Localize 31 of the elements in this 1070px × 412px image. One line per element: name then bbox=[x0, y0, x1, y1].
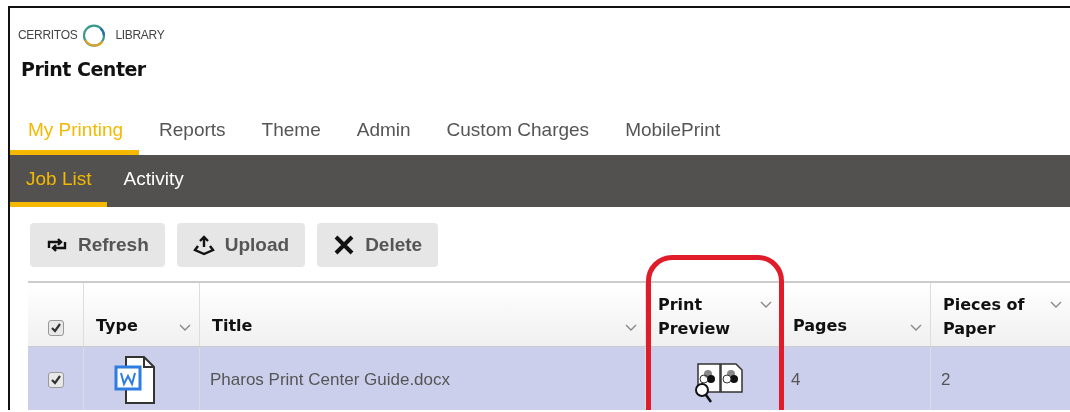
nav-tab[interactable]: Custom Charges bbox=[428, 110, 606, 155]
sort-caret-icon bbox=[760, 301, 772, 309]
close-icon bbox=[333, 234, 356, 256]
column-header[interactable]: Pieces of Paper bbox=[930, 283, 1070, 346]
table-row[interactable]: Pharos Print Center Guide.docx 4 2 bbox=[28, 347, 1070, 410]
subnav-tab[interactable]: Activity bbox=[107, 155, 200, 207]
checkbox[interactable] bbox=[47, 372, 64, 388]
table-cell: Pharos Print Center Guide.docx bbox=[210, 370, 450, 390]
logo-text: CERRITOS bbox=[18, 28, 78, 42]
app-title: Print Center bbox=[20, 57, 147, 82]
subnav-tab[interactable]: Job List bbox=[10, 155, 108, 207]
nav-tab[interactable]: Admin bbox=[338, 110, 427, 155]
nav-tab[interactable]: MobilePrint bbox=[607, 110, 737, 155]
sort-caret-icon bbox=[179, 324, 191, 332]
logo-text: LIBRARY bbox=[115, 28, 165, 42]
table-cell: 4 bbox=[791, 370, 801, 390]
refresh-button[interactable]: Refresh bbox=[30, 223, 165, 267]
table-cell: 2 bbox=[941, 370, 951, 390]
column-header[interactable]: Type bbox=[83, 283, 199, 346]
sort-caret-icon bbox=[625, 324, 637, 332]
sort-caret-icon bbox=[1050, 301, 1062, 309]
column-header[interactable]: Pages bbox=[780, 283, 930, 346]
column-header[interactable]: Title bbox=[199, 283, 645, 346]
nav-tab[interactable]: Reports bbox=[141, 110, 242, 155]
sort-caret-icon bbox=[910, 324, 922, 332]
delete-button[interactable]: Delete bbox=[317, 223, 439, 267]
upload-icon bbox=[192, 234, 215, 256]
checkbox[interactable] bbox=[47, 320, 64, 336]
upload-button[interactable]: Upload bbox=[176, 223, 306, 267]
column-header[interactable]: Print Preview bbox=[645, 283, 780, 346]
nav-tab[interactable]: Theme bbox=[243, 110, 337, 155]
